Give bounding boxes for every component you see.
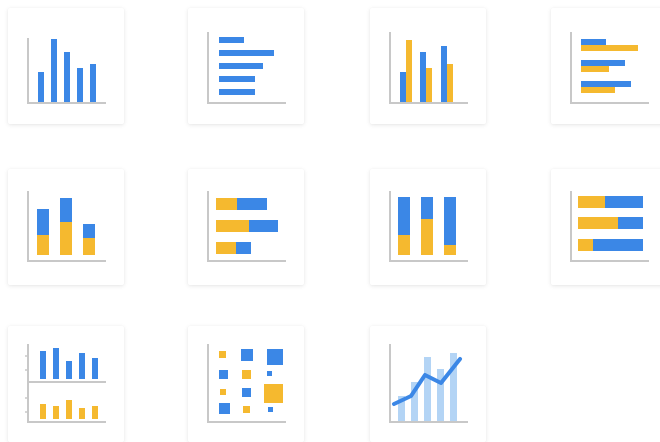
chart-tile-column[interactable] bbox=[8, 8, 124, 124]
split-column-chart-icon bbox=[25, 344, 106, 423]
chart-tile-stacked-bar[interactable] bbox=[188, 169, 304, 285]
chart-tile-combo-line-column[interactable] bbox=[370, 326, 486, 442]
stacked-bar-chart-icon bbox=[207, 191, 286, 262]
chart-tile-scatter[interactable] bbox=[188, 326, 304, 442]
chart-type-gallery bbox=[0, 0, 660, 442]
bar-chart-icon bbox=[207, 32, 286, 104]
chart-tile-clustered-bar[interactable] bbox=[551, 8, 660, 124]
100-percent-stacked-bar-chart-icon bbox=[570, 191, 649, 262]
chart-tile-clustered-column[interactable] bbox=[370, 8, 486, 124]
clustered-bar-chart-icon bbox=[570, 32, 649, 104]
combo-line-column-chart-icon bbox=[389, 344, 468, 423]
scatter-chart-icon bbox=[207, 344, 286, 423]
chart-tile-bar[interactable] bbox=[188, 8, 304, 124]
100-percent-stacked-column-chart-icon bbox=[389, 191, 468, 262]
stacked-column-chart-icon bbox=[27, 191, 106, 262]
column-chart-icon bbox=[27, 38, 106, 104]
clustered-column-chart-icon bbox=[389, 32, 468, 104]
chart-tile-stacked-column[interactable] bbox=[8, 169, 124, 285]
chart-tile-split-column[interactable] bbox=[8, 326, 124, 442]
chart-tile-100-percent-stacked-column[interactable] bbox=[370, 169, 486, 285]
chart-tile-100-percent-stacked-bar[interactable] bbox=[551, 169, 660, 285]
